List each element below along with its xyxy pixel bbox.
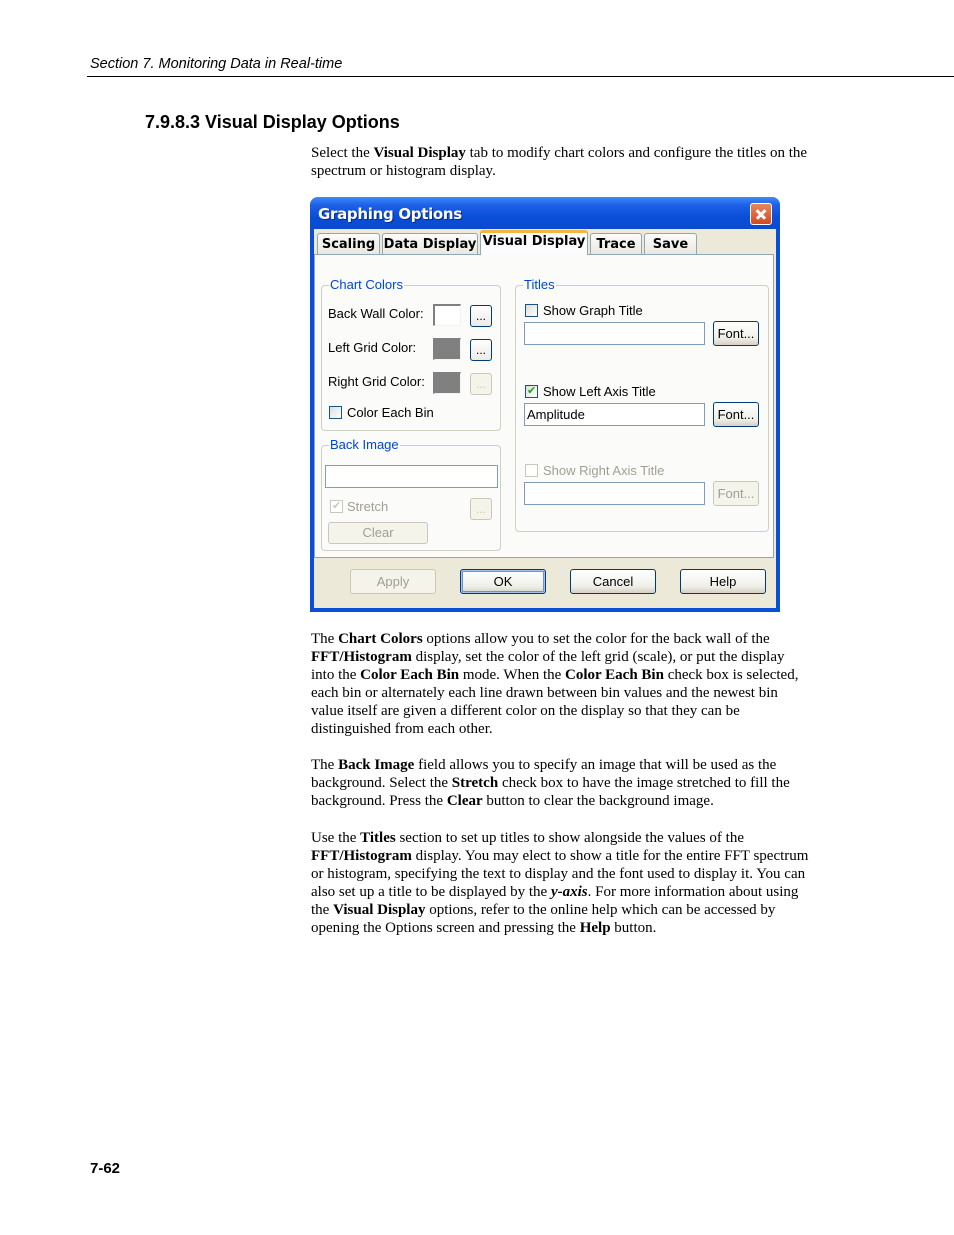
visual-display-tabpage: Chart Colors Back Wall Color: ... Left G… [314, 254, 774, 558]
right-axis-title-input[interactable] [524, 482, 705, 505]
color-each-bin-label: Color Each Bin [347, 405, 434, 420]
tab-scaling[interactable]: Scaling [317, 233, 380, 254]
text: The [311, 631, 339, 647]
chart-colors-paragraph: The Chart Colors options allow you to se… [311, 630, 811, 738]
tab-bar: Scaling Data Display Visual Display Trac… [314, 229, 776, 255]
tab-visual-display[interactable]: Visual Display [480, 230, 588, 255]
bold-text: FFT/Histogram [311, 848, 412, 864]
left-grid-color-browse-button[interactable]: ... [470, 339, 492, 361]
right-grid-color-swatch [433, 372, 461, 394]
bold-text: Help [579, 920, 611, 936]
text: button. [610, 920, 657, 936]
back-image-group: Back Image ✔ Stretch ... Clear [321, 437, 501, 551]
bold-text: Color Each Bin [360, 667, 460, 683]
header-rule [87, 76, 954, 77]
back-image-browse-button[interactable]: ... [470, 498, 492, 520]
back-image-path-input[interactable] [325, 465, 498, 488]
left-grid-color-label: Left Grid Color: [328, 340, 417, 355]
chart-colors-group: Chart Colors Back Wall Color: ... Left G… [321, 277, 501, 431]
back-image-paragraph: The Back Image field allows you to speci… [311, 756, 811, 810]
titles-group: Titles Show Graph Title Font... ✔ Show L… [515, 277, 769, 532]
show-graph-title-checkbox[interactable] [525, 304, 538, 317]
bold-text: FFT/Histogram [311, 649, 412, 665]
right-grid-color-label: Right Grid Color: [328, 374, 425, 389]
show-right-axis-title-checkbox[interactable] [525, 464, 538, 477]
back-wall-color-swatch [433, 304, 461, 326]
close-button[interactable] [750, 203, 772, 225]
text: Use the [311, 830, 361, 846]
page-number: 7-62 [90, 1160, 121, 1177]
clear-button[interactable]: Clear [328, 522, 428, 544]
back-wall-color-label: Back Wall Color: [328, 306, 424, 321]
tab-save[interactable]: Save [644, 233, 697, 254]
intro-paragraph: Select the Visual Display tab to modify … [311, 144, 811, 180]
show-left-axis-title-label: Show Left Axis Title [543, 384, 656, 399]
dialog-titlebar[interactable]: Graphing Options [310, 197, 780, 229]
stretch-checkbox[interactable]: ✔ [330, 499, 343, 513]
text: button to clear the background image. [482, 793, 714, 809]
show-right-axis-title-label: Show Right Axis Title [543, 463, 665, 478]
check-mark-icon: ✔ [527, 384, 537, 397]
bold-text: Color Each Bin [565, 667, 664, 683]
right-axis-title-font-button[interactable]: Font... [713, 481, 759, 506]
show-left-axis-title-checkbox[interactable]: ✔ [525, 384, 538, 398]
text: mode. When the [459, 667, 566, 683]
chart-colors-label: Chart Colors [329, 277, 404, 292]
graph-title-font-button[interactable]: Font... [713, 321, 759, 346]
check-mark-icon: ✔ [332, 499, 342, 512]
left-axis-title-font-button[interactable]: Font... [713, 402, 759, 427]
dialog-title: Graphing Options [318, 205, 462, 223]
show-graph-title-label: Show Graph Title [543, 303, 643, 318]
back-image-label: Back Image [329, 437, 400, 452]
bold-text: Stretch [451, 775, 499, 791]
text: options allow you to set the color for t… [422, 631, 770, 647]
ok-button[interactable]: OK [460, 569, 546, 594]
bold-text: Back Image [338, 757, 415, 773]
bold-text: Titles [360, 830, 396, 846]
bold-text: Visual Display [333, 902, 426, 918]
text: section to set up titles to show alongsi… [395, 830, 744, 846]
left-axis-title-input[interactable]: Amplitude [524, 403, 705, 426]
text: The [311, 757, 339, 773]
bold-text: Clear [446, 793, 483, 809]
tab-trace[interactable]: Trace [590, 233, 642, 254]
graph-title-input[interactable] [524, 322, 705, 345]
dialog-client: Scaling Data Display Visual Display Trac… [314, 229, 776, 608]
titles-paragraph: Use the Titles section to set up titles … [311, 829, 811, 937]
titles-label: Titles [523, 277, 556, 292]
section-title: 7.9.8.3 Visual Display Options [145, 112, 400, 132]
apply-button[interactable]: Apply [350, 569, 436, 594]
color-each-bin-checkbox[interactable] [329, 406, 342, 419]
bold-text: Chart Colors [338, 631, 423, 647]
running-head: Section 7. Monitoring Data in Real-time [90, 56, 343, 72]
stretch-label: Stretch [347, 499, 389, 514]
italic-text: y-axis [550, 884, 588, 900]
help-button[interactable]: Help [680, 569, 766, 594]
back-wall-color-browse-button[interactable]: ... [470, 305, 492, 327]
tab-data-display[interactable]: Data Display [382, 233, 478, 254]
left-grid-color-swatch [433, 338, 461, 360]
right-grid-color-browse-button[interactable]: ... [470, 373, 492, 395]
cancel-button[interactable]: Cancel [570, 569, 656, 594]
bold-text: Visual Display [373, 145, 466, 161]
graphing-options-dialog: Graphing Options Scaling Data Display Vi… [310, 197, 780, 612]
text: Select the [311, 145, 374, 161]
